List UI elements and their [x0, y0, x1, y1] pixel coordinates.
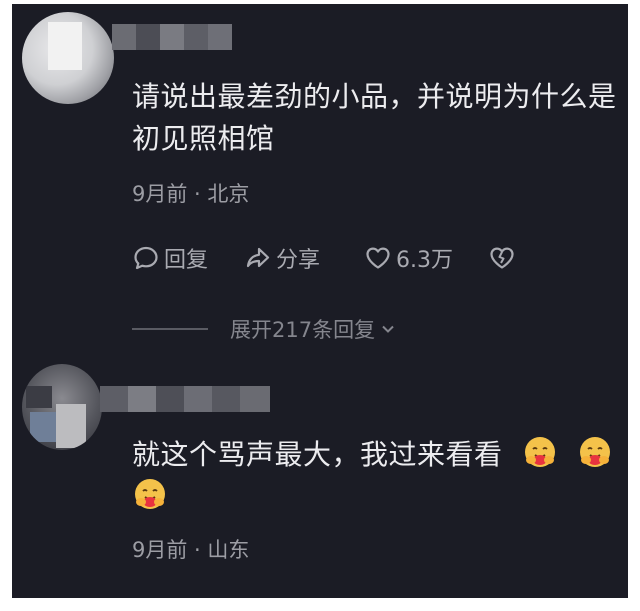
- comment-bubble-icon: [134, 246, 158, 270]
- broken-heart-icon: [490, 247, 514, 269]
- comment-1-meta: 9月前 · 北京: [132, 182, 250, 206]
- hug-emoji: [132, 476, 168, 512]
- comment-2-meta: 9月前 · 山东: [132, 538, 250, 562]
- like-button[interactable]: 6.3万: [364, 242, 453, 274]
- heart-icon: [366, 247, 390, 269]
- reply-label: 回复: [164, 248, 209, 273]
- hug-emoji: [577, 434, 613, 470]
- comment-2-text: 就这个骂声最大，我过来看看: [132, 434, 622, 518]
- hug-emoji: [522, 434, 558, 470]
- share-button[interactable]: 分享: [244, 242, 320, 274]
- chevron-down-icon: [382, 325, 394, 333]
- expand-replies-label: 展开217条回复: [230, 318, 376, 342]
- share-label: 分享: [276, 248, 321, 273]
- comment-panel: 请说出最差劲的小品，并说明为什么是初见照相馆 9月前 · 北京 回复 分享 6.…: [12, 4, 628, 598]
- blurred-username-1: [112, 24, 232, 50]
- comment-2-body: 就这个骂声最大，我过来看看: [132, 438, 503, 471]
- dislike-button[interactable]: [488, 242, 520, 274]
- expand-replies[interactable]: 展开217条回复: [132, 314, 397, 344]
- avatar-comment-1[interactable]: [22, 12, 114, 104]
- blurred-username-2: [100, 386, 270, 412]
- like-count: 6.3万: [396, 248, 453, 273]
- comment-1-text: 请说出最差劲的小品，并说明为什么是初见照相馆: [132, 80, 617, 155]
- avatar-comment-2[interactable]: [22, 364, 102, 450]
- reply-button[interactable]: 回复: [132, 242, 208, 274]
- divider-line: [132, 328, 208, 330]
- share-arrow-icon: [246, 247, 270, 268]
